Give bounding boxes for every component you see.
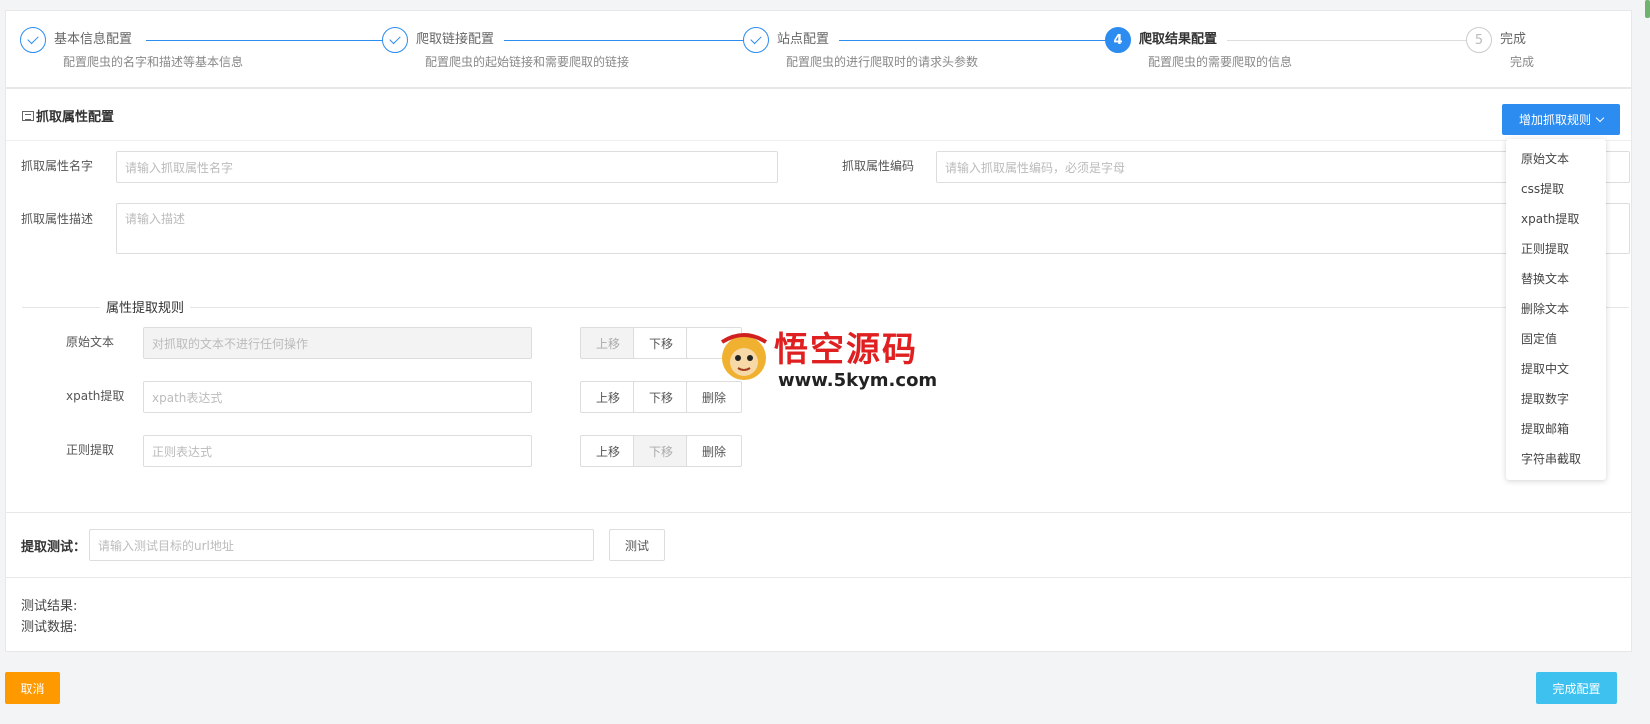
step-4-desc: 配置爬虫的需要爬取的信息: [1148, 55, 1293, 69]
step-5-number: 5: [1466, 27, 1492, 53]
extract-test-bar: 提取测试： 请输入测试目标的url地址 测试: [5, 513, 1632, 578]
dropdown-item[interactable]: css提取: [1506, 174, 1606, 204]
move-down-button[interactable]: 下移: [633, 435, 689, 467]
step-connector: [146, 40, 391, 41]
test-label: 提取测试：: [21, 540, 87, 555]
dropdown-item[interactable]: 删除文本: [1506, 294, 1606, 324]
test-result-label: 测试结果:: [21, 599, 78, 614]
step-4-number: 4: [1105, 27, 1131, 53]
test-result-area: 测试结果: 测试数据:: [5, 578, 1632, 652]
step-5-desc: 完成: [1510, 55, 1535, 69]
rule-label: 正则提取: [66, 443, 115, 457]
scrollbar[interactable]: [1645, 0, 1650, 18]
move-up-button[interactable]: 上移: [580, 381, 636, 413]
test-data-label: 测试数据:: [21, 620, 78, 635]
step-3-check-icon: [743, 27, 769, 53]
dropdown-item[interactable]: 提取中文: [1506, 354, 1606, 384]
move-down-button[interactable]: 下移: [633, 381, 689, 413]
watermark-url: www.5kym.com: [778, 370, 938, 391]
move-up-button[interactable]: 上移: [580, 327, 636, 359]
move-up-button[interactable]: 上移: [580, 435, 636, 467]
watermark: 悟空源码 www.5kym.com: [712, 322, 952, 402]
step-4-title: 爬取结果配置: [1139, 28, 1228, 47]
dropdown-item[interactable]: 正则提取: [1506, 234, 1606, 264]
rule-label: xpath提取: [66, 389, 125, 403]
dropdown-item[interactable]: 字符串截取: [1506, 444, 1606, 474]
step-3-title: 站点配置: [777, 28, 840, 47]
step-connector: [836, 40, 1106, 41]
monkey-logo-icon: [720, 333, 768, 380]
dropdown-item[interactable]: 提取数字: [1506, 384, 1606, 414]
chevron-down-icon: [1595, 113, 1605, 123]
test-button[interactable]: 测试: [609, 529, 665, 561]
dropdown-item[interactable]: 提取邮箱: [1506, 414, 1606, 444]
add-rule-button[interactable]: 增加抓取规则: [1502, 104, 1620, 135]
step-connector: [501, 40, 746, 41]
rule-input: 对抓取的文本不进行任何操作: [143, 327, 532, 359]
desc-textarea[interactable]: 请输入描述: [116, 203, 1630, 254]
cancel-button[interactable]: 取消: [5, 672, 60, 704]
finish-config-button[interactable]: 完成配置: [1536, 672, 1617, 704]
step-connector: [1221, 40, 1466, 41]
name-input[interactable]: 请输入抓取属性名字: [116, 151, 778, 183]
move-down-button[interactable]: 下移: [633, 327, 689, 359]
step-1-desc: 配置爬虫的名字和描述等基本信息: [63, 55, 244, 69]
delete-button[interactable]: 删除: [686, 435, 742, 467]
step-3-desc: 配置爬虫的进行爬取时的请求头参数: [786, 55, 979, 69]
add-rule-dropdown: 原始文本 css提取 xpath提取 正则提取 替换文本 删除文本 固定值 提取…: [1506, 139, 1606, 480]
steps-bar: 基本信息配置 配置爬虫的名字和描述等基本信息 爬取链接配置 配置爬虫的起始链接和…: [5, 10, 1632, 88]
rule-label: 原始文本: [66, 335, 115, 349]
step-1-check-icon: [20, 27, 46, 53]
attribute-config-card: 抓取属性配置 增加抓取规则 抓取属性名字 请输入抓取属性名字 抓取属性编码 请输…: [5, 88, 1632, 513]
card-title-text: 抓取属性配置: [36, 110, 115, 125]
name-label: 抓取属性名字: [21, 159, 94, 173]
desc-label: 抓取属性描述: [21, 212, 94, 226]
step-2-check-icon: [382, 27, 408, 53]
step-5-title: 完成: [1500, 28, 1537, 47]
step-2-title: 爬取链接配置: [416, 28, 505, 47]
dropdown-item[interactable]: 替换文本: [1506, 264, 1606, 294]
form-icon: [22, 110, 34, 121]
dropdown-item[interactable]: xpath提取: [1506, 204, 1606, 234]
test-url-input[interactable]: 请输入测试目标的url地址: [89, 529, 594, 561]
watermark-text: 悟空源码: [774, 330, 918, 370]
card-title: 抓取属性配置: [22, 106, 114, 125]
step-2-desc: 配置爬虫的起始链接和需要爬取的链接: [425, 55, 630, 69]
dropdown-item[interactable]: 原始文本: [1506, 144, 1606, 174]
rules-divider: [22, 307, 1629, 308]
code-label: 抓取属性编码: [842, 159, 915, 173]
step-1-title: 基本信息配置: [54, 28, 143, 47]
add-rule-button-label: 增加抓取规则: [1518, 113, 1591, 127]
card-header: 抓取属性配置 增加抓取规则: [6, 89, 1631, 141]
rules-legend: 属性提取规则: [100, 297, 191, 316]
dropdown-item[interactable]: 固定值: [1506, 324, 1606, 354]
rule-input[interactable]: 正则表达式: [143, 435, 532, 467]
rule-input[interactable]: xpath表达式: [143, 381, 532, 413]
